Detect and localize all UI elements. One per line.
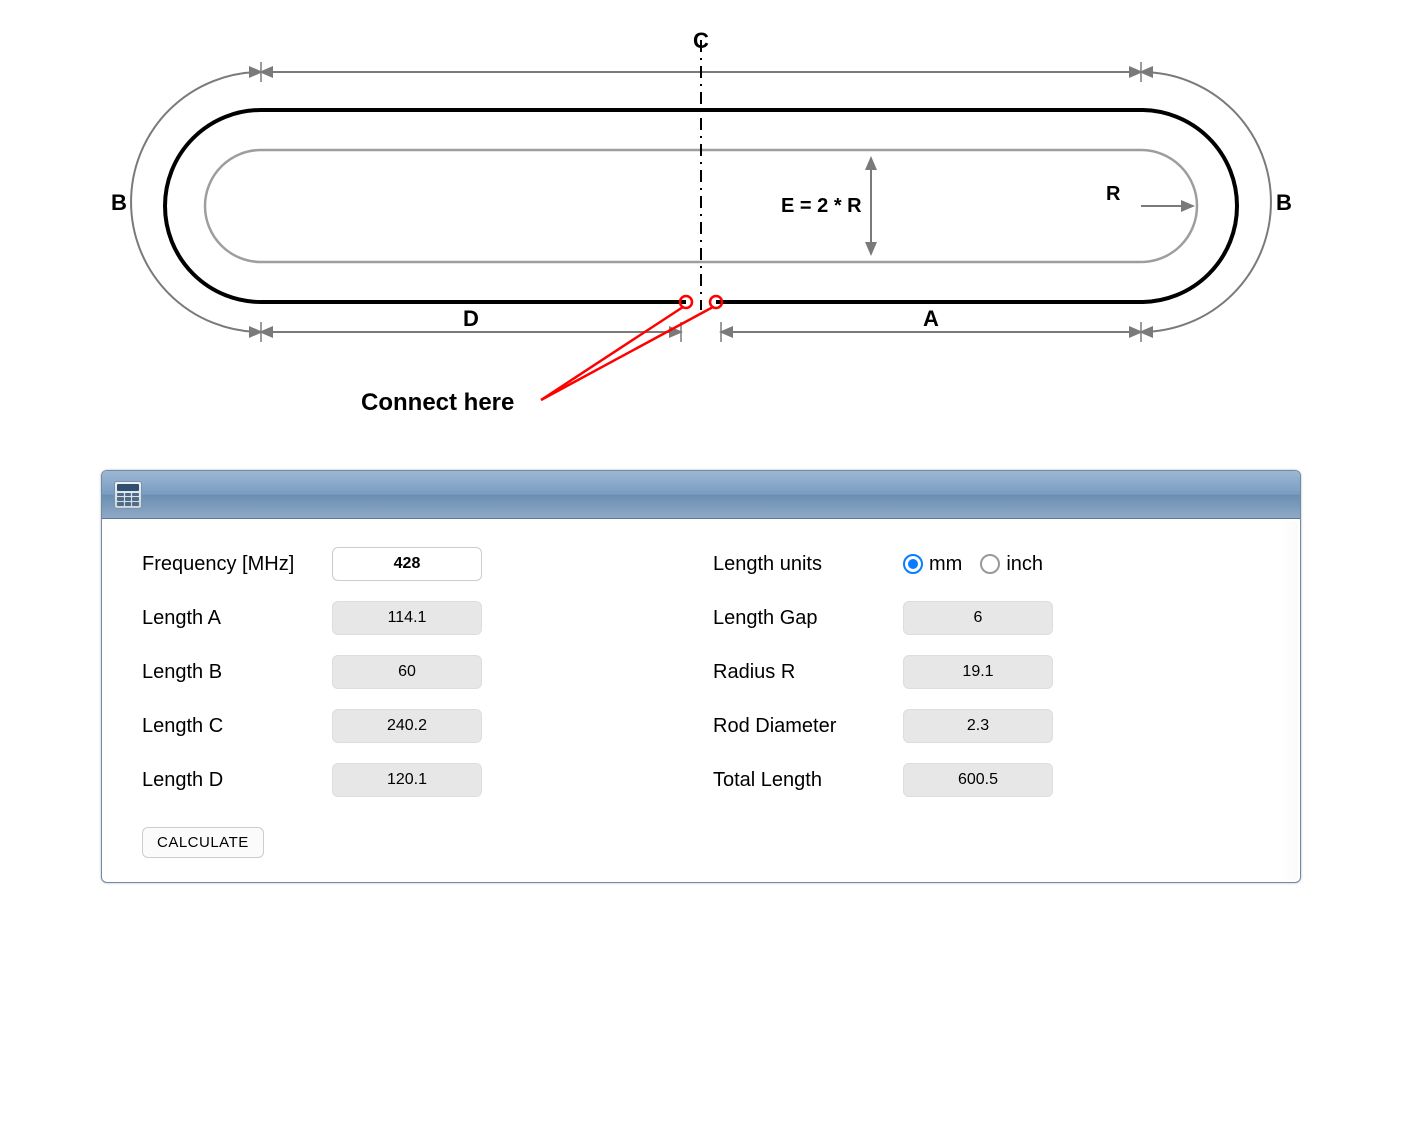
unit-mm-radio[interactable]: mm (903, 553, 962, 576)
diagram-label-d: D (463, 306, 479, 331)
length-d-output: 120.1 (332, 763, 482, 797)
unit-inch-radio[interactable]: inch (980, 553, 1043, 576)
diagram-connect-label: Connect here (361, 389, 514, 416)
total-length-label: Total Length (713, 769, 903, 792)
diagram-label-b-right: B (1276, 190, 1292, 215)
unit-inch-label: inch (1006, 553, 1043, 576)
length-a-output: 114.1 (332, 601, 482, 635)
frequency-label: Frequency [MHz] (142, 553, 332, 576)
diagram-label-r: R (1106, 183, 1121, 205)
length-c-output: 240.2 (332, 709, 482, 743)
diagram-svg: C B B E = 2 * R R D (101, 10, 1301, 430)
calculator-panel: Frequency [MHz] Length A 114.1 Length B … (101, 470, 1301, 883)
diagram-label-e: E = 2 * R (781, 195, 862, 217)
frequency-input[interactable] (332, 547, 482, 581)
calculator-header (102, 471, 1300, 519)
calculator-body: Frequency [MHz] Length A 114.1 Length B … (102, 519, 1300, 882)
calculate-button[interactable]: CALCULATE (142, 827, 264, 858)
length-b-label: Length B (142, 661, 332, 684)
calculator-icon (114, 481, 142, 509)
radius-r-label: Radius R (713, 661, 903, 684)
total-length-output: 600.5 (903, 763, 1053, 797)
diagram-label-a: A (923, 306, 939, 331)
units-radio-group: mm inch (903, 553, 1043, 576)
unit-mm-label: mm (929, 553, 962, 576)
length-units-label: Length units (713, 553, 903, 576)
scrollbar-edge[interactable] (1280, 521, 1298, 880)
rod-diameter-label: Rod Diameter (713, 715, 903, 738)
length-d-label: Length D (142, 769, 332, 792)
rod-diameter-output: 2.3 (903, 709, 1053, 743)
length-a-label: Length A (142, 607, 332, 630)
length-c-label: Length C (142, 715, 332, 738)
diagram-label-b-left: B (111, 190, 127, 215)
length-gap-output: 6 (903, 601, 1053, 635)
radius-r-output: 19.1 (903, 655, 1053, 689)
length-gap-label: Length Gap (713, 607, 903, 630)
length-b-output: 60 (332, 655, 482, 689)
antenna-diagram: C B B E = 2 * R R D (10, 10, 1392, 470)
